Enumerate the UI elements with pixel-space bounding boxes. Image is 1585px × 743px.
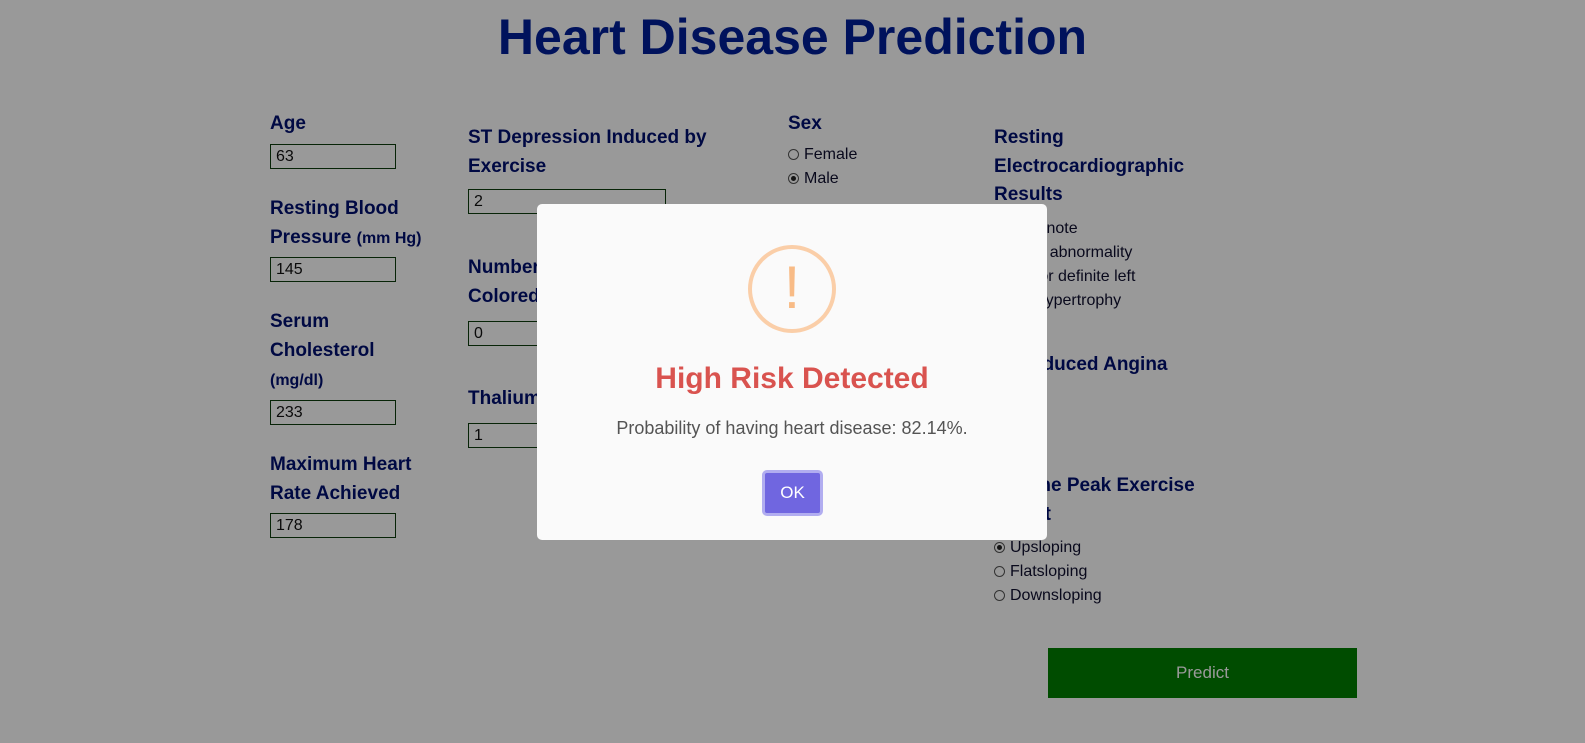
dialog-title: High Risk Detected [655, 362, 929, 395]
result-dialog: ! High Risk Detected Probability of havi… [537, 204, 1047, 540]
warning-icon: ! [748, 245, 836, 333]
dialog-message: Probability of having heart disease: 82.… [616, 418, 968, 438]
ok-button[interactable]: OK [762, 470, 823, 516]
